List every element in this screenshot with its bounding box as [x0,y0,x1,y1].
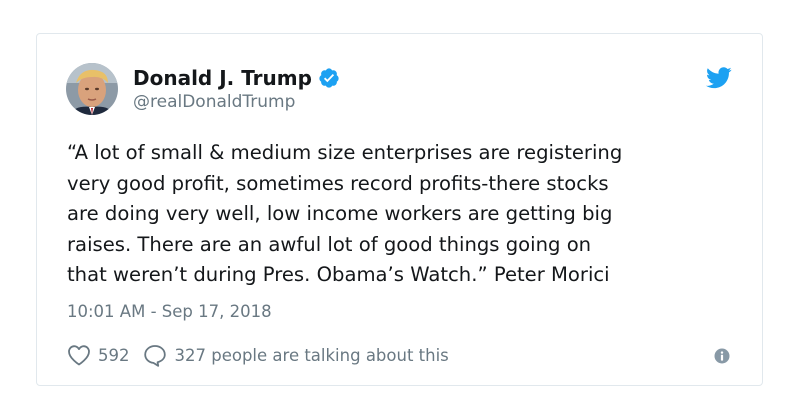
author-handle[interactable]: @realDonaldTrump [133,92,295,112]
speech-bubble-icon [143,344,166,367]
author-name-row[interactable]: Donald J. Trump [133,65,340,91]
tweet-text-line: very good profit, sometimes record profi… [67,171,609,195]
tweet-text-line: are doing very well, low income workers … [67,202,613,225]
tweet-card[interactable]: Donald J. Trump @realDonaldTrump “A lot … [36,33,763,386]
heart-icon [68,345,90,366]
talking-count: 327 people are talking about this [174,345,449,365]
info-icon[interactable] [714,348,730,364]
twitter-bird-icon[interactable] [705,67,732,89]
like-count: 592 [98,345,130,365]
tweet-text-line: “A lot of small & medium size enterprise… [67,141,623,164]
conversation-button[interactable]: 327 people are talking about this [143,344,449,367]
tweet-actions: 592 327 people are talking about this [67,343,449,367]
avatar[interactable] [66,63,118,115]
verified-badge-icon [318,67,340,89]
tweet-text-line: raises. There are an awful lot of good t… [67,232,592,256]
like-button[interactable]: 592 [67,344,130,366]
tweet-text: “A lot of small & medium size enterprise… [67,138,747,291]
tweet-timestamp[interactable]: 10:01 AM - Sep 17, 2018 [67,302,272,321]
tweet-text-line: that weren’t during Pres. Obama’s Watch.… [67,263,610,286]
author-name[interactable]: Donald J. Trump [133,66,312,90]
avatar-image [66,63,118,115]
